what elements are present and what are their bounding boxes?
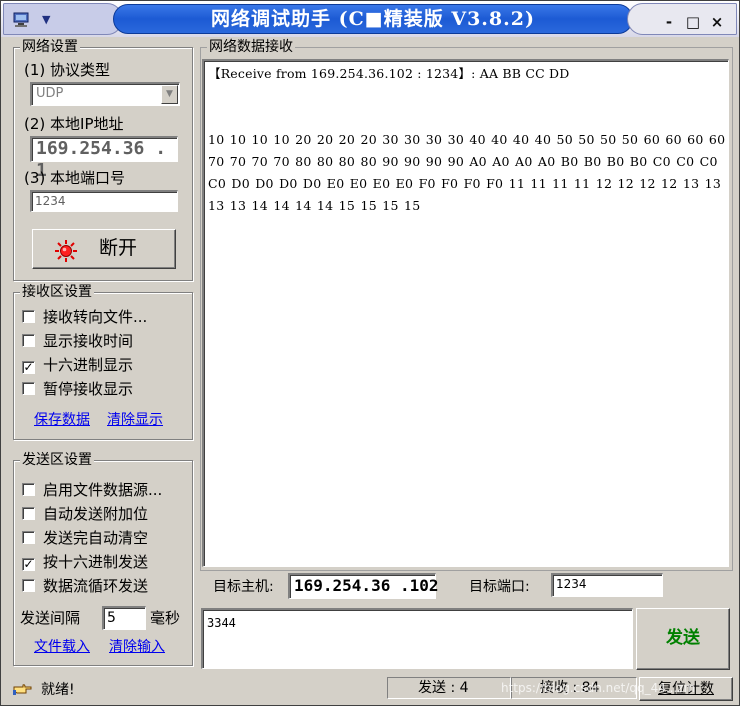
checkbox[interactable] (22, 310, 35, 323)
protocol-type-label: (1) 协议类型 (24, 61, 111, 79)
option-label: 显示接收时间 (43, 332, 134, 350)
local-ip-field[interactable]: 169.254.36 . 1 (30, 136, 178, 181)
receive-settings-title: 接收区设置 (20, 283, 94, 301)
close-button[interactable]: × (706, 12, 728, 32)
save-data-link[interactable]: 保存数据 (34, 411, 90, 429)
option-auto-clear-after-send[interactable]: 发送完自动清空 (22, 527, 148, 549)
send-interval-unit: 毫秒 (150, 609, 181, 627)
checkbox-checked[interactable]: ✓ (22, 558, 35, 571)
option-auto-append-bits[interactable]: 自动发送附加位 (22, 503, 148, 525)
checkbox[interactable] (22, 382, 35, 395)
send-button[interactable]: 发送 (636, 608, 730, 670)
system-menu-arrow-icon[interactable]: ▼ (42, 13, 50, 26)
receive-area-title: 网络数据接收 (207, 38, 295, 56)
load-file-link[interactable]: 文件载入 (34, 638, 90, 656)
checkbox[interactable] (22, 531, 35, 544)
receive-settings-group: 接收区设置 接收转向文件... 显示接收时间 ✓ 十六进制显示 暂停接收显示 保存… (13, 283, 193, 440)
option-label: 接收转向文件... (43, 308, 148, 326)
connection-status-led-icon (55, 238, 77, 262)
network-settings-title: 网络设置 (20, 38, 80, 56)
disconnect-label: 断开 (99, 237, 138, 259)
checkbox[interactable] (22, 483, 35, 496)
watermark: https://blog.csdn.net/qq_44...zm (501, 681, 696, 695)
receive-text-area[interactable]: 【Receive from 169.254.36.102 : 1234】: AA… (202, 59, 729, 567)
send-interval-label: 发送间隔 (20, 609, 81, 627)
disconnect-button[interactable]: 断开 (32, 229, 176, 269)
option-file-data-source[interactable]: 启用文件数据源... (22, 479, 162, 501)
option-label: 自动发送附加位 (43, 505, 149, 523)
option-label: 发送完自动清空 (43, 529, 149, 547)
window-controls: - □ × (627, 3, 737, 35)
option-label: 按十六进制发送 (43, 553, 149, 571)
option-label: 启用文件数据源... (43, 481, 163, 499)
option-hex-display[interactable]: ✓ 十六进制显示 (22, 354, 133, 376)
system-menu-tab[interactable]: ▼ (3, 3, 123, 35)
receive-header-line: 【Receive from 169.254.36.102 : 1234】: AA… (208, 66, 570, 81)
send-input-area[interactable]: 3344 (201, 608, 633, 669)
checkbox[interactable] (22, 334, 35, 347)
network-settings-group: 网络设置 (1) 协议类型 UDP ▼ (2) 本地IP地址 169.254.3… (13, 38, 193, 281)
send-settings-group: 发送区设置 启用文件数据源... 自动发送附加位 发送完自动清空 ✓ 按十六进制发… (13, 451, 193, 666)
target-host-field[interactable]: 169.254.36 .102 (288, 573, 439, 599)
checkbox[interactable] (22, 579, 35, 592)
option-label: 数据流循环发送 (43, 577, 149, 595)
target-port-field[interactable]: 1234 (551, 573, 663, 597)
target-port-label: 目标端口: (469, 579, 530, 595)
checkbox-checked[interactable]: ✓ (22, 361, 35, 374)
receive-data-text: 10 10 10 10 20 20 20 20 30 30 30 30 40 4… (208, 132, 726, 213)
status-text: 就绪! (41, 682, 75, 698)
option-label: 暂停接收显示 (43, 380, 134, 398)
local-port-label: (3) 本地端口号 (24, 169, 126, 187)
minimize-button[interactable]: - (658, 12, 680, 32)
option-label: 十六进制显示 (43, 356, 134, 374)
clear-display-link[interactable]: 清除显示 (107, 411, 163, 429)
clear-input-link[interactable]: 清除输入 (109, 638, 165, 656)
local-ip-label: (2) 本地IP地址 (24, 115, 124, 133)
network-app-icon[interactable] (12, 12, 34, 30)
title-bar: ▼ 网络调试助手 (C■精装版 V3.8.2) - □ × (1, 1, 739, 37)
option-redirect-to-file[interactable]: 接收转向文件... (22, 306, 147, 328)
checkbox[interactable] (22, 507, 35, 520)
protocol-type-value: UDP (36, 86, 64, 101)
local-port-field[interactable]: 1234 (30, 190, 178, 212)
send-settings-title: 发送区设置 (20, 451, 94, 469)
send-interval-input[interactable]: 5 (102, 606, 146, 630)
option-pause-receive-display[interactable]: 暂停接收显示 (22, 378, 133, 400)
maximize-button[interactable]: □ (682, 12, 704, 32)
status-bar: 就绪! 发送 : 4 接收 : 84 复位计数 https://blog.csd… (1, 675, 739, 705)
window-title: 网络调试助手 (C■精装版 V3.8.2) (113, 4, 633, 34)
pointing-hand-icon (13, 680, 33, 696)
sent-count: 发送 : 4 (387, 677, 511, 699)
option-show-receive-time[interactable]: 显示接收时间 (22, 330, 133, 352)
app-window: ▼ 网络调试助手 (C■精装版 V3.8.2) - □ × 网络设置 (1) 协… (0, 0, 740, 706)
option-loop-send[interactable]: 数据流循环发送 (22, 575, 148, 597)
option-hex-send[interactable]: ✓ 按十六进制发送 (22, 551, 148, 573)
protocol-type-select[interactable]: UDP ▼ (30, 82, 180, 106)
target-host-label: 目标主机: (213, 579, 274, 595)
chevron-down-icon[interactable]: ▼ (161, 85, 178, 104)
